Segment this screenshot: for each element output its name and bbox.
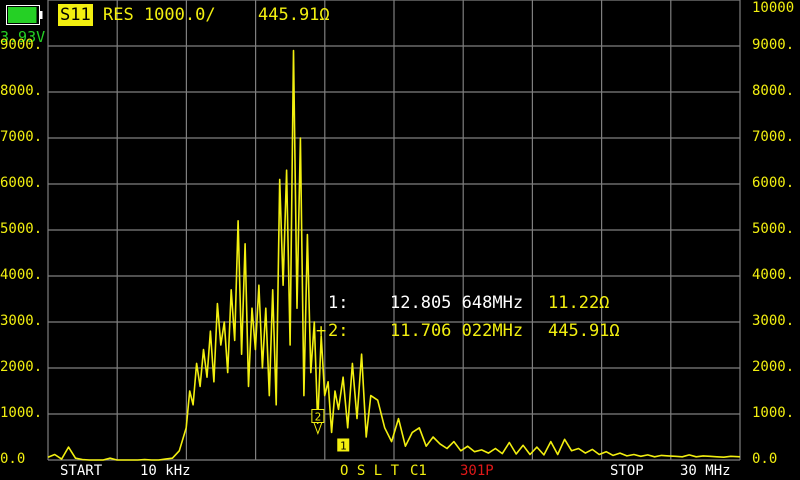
trace-label-s11[interactable]: S11	[58, 4, 93, 26]
y-tick-label-left: 7000.	[0, 129, 43, 145]
marker-1-prefix	[316, 294, 326, 312]
marker-2-pointer	[313, 422, 323, 435]
marker-2-indicator: 2	[311, 408, 325, 435]
start-label[interactable]: START	[60, 462, 102, 480]
marker-1-number: 1	[340, 439, 347, 452]
y-tick-label-left: 4000.	[0, 267, 43, 283]
smith-plot-area: 21	[47, 0, 741, 461]
y-tick-label-left: 9000.	[0, 37, 43, 53]
y-tick-label-right: 9000.	[752, 37, 795, 53]
sweep-points[interactable]: 301P	[460, 462, 494, 480]
marker-2-id: 2:	[328, 321, 349, 341]
trace-value: 445.91Ω	[258, 5, 330, 25]
y-tick-label-right: 6000.	[752, 175, 795, 191]
marker-2-frequency: 11.706 022MHz	[390, 321, 524, 341]
y-tick-label-right: 8000.	[752, 83, 795, 99]
y-tick-label-left: 0.0	[0, 451, 26, 467]
trace-format[interactable]: RES 1000.0/	[103, 6, 216, 24]
y-tick-label-right: 2000.	[752, 359, 795, 375]
stop-frequency[interactable]: 30 MHz	[680, 462, 731, 480]
battery-icon	[6, 5, 43, 25]
calibration-status[interactable]: O S L T	[340, 462, 399, 480]
marker-1-value: 11.22Ω	[548, 293, 610, 313]
stop-label[interactable]: STOP	[610, 462, 644, 480]
y-tick-label-right: 10000	[752, 0, 795, 16]
marker-2-value: 445.91Ω	[548, 321, 620, 341]
y-tick-label-left: 1000.	[0, 405, 43, 421]
start-frequency[interactable]: 10 kHz	[140, 462, 191, 480]
calibration-set[interactable]: C1	[410, 462, 427, 480]
marker-2-prefix: +	[316, 321, 327, 341]
y-tick-label-left: 6000.	[0, 175, 43, 191]
marker-2-number: 2	[315, 410, 322, 423]
y-tick-label-left: 8000.	[0, 83, 43, 99]
y-tick-label-left: 5000.	[0, 221, 43, 237]
y-tick-label-right: 4000.	[752, 267, 795, 283]
y-tick-label-left: 3000.	[0, 313, 43, 329]
y-tick-label-right: 0.0	[752, 451, 778, 467]
y-tick-label-right: 5000.	[752, 221, 795, 237]
marker-1-id: 1:	[328, 293, 349, 313]
y-tick-label-right: 3000.	[752, 313, 795, 329]
marker-1-frequency: 12.805 648MHz	[390, 293, 524, 313]
marker-1-indicator: 1	[337, 438, 350, 452]
y-tick-label-right: 7000.	[752, 129, 795, 145]
y-tick-label-left: 2000.	[0, 359, 43, 375]
y-tick-label-right: 1000.	[752, 405, 795, 421]
